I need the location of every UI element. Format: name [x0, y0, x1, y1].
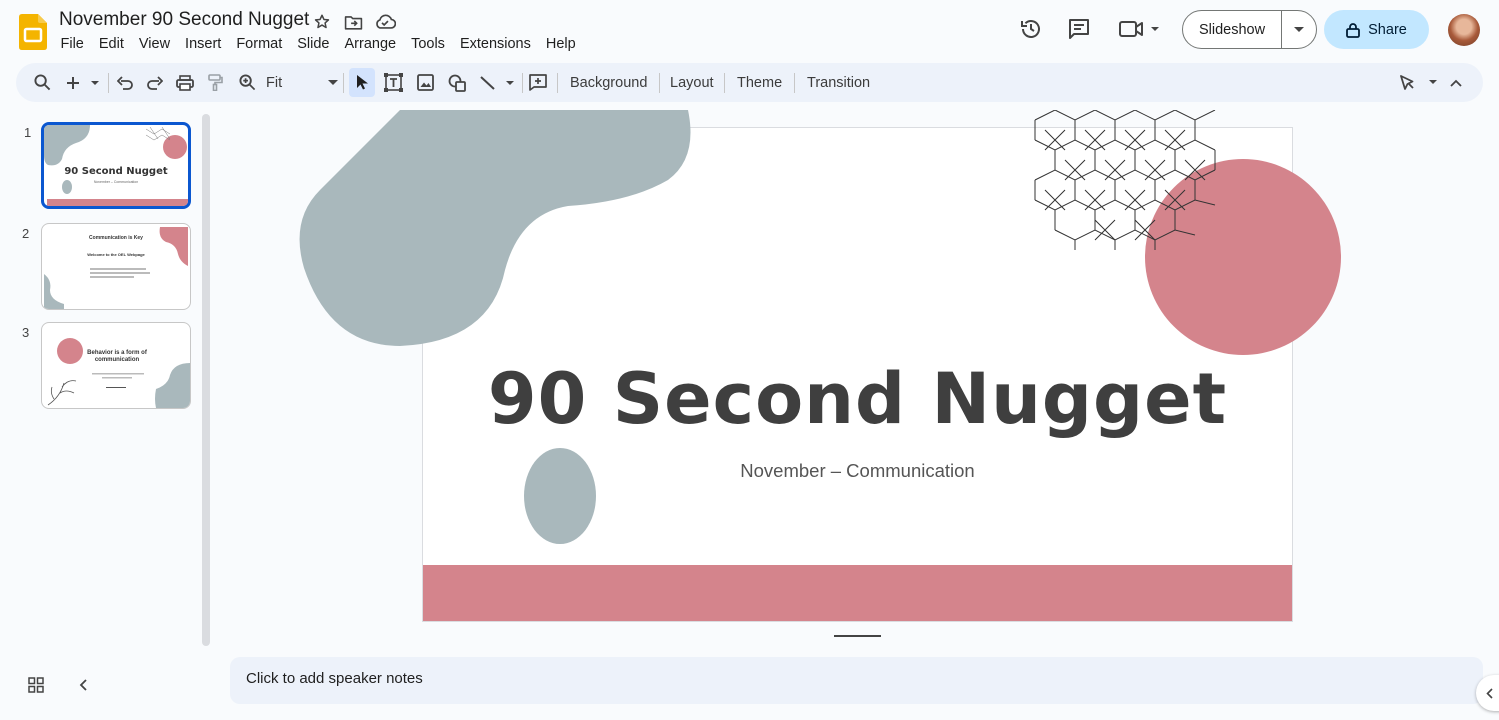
- redo-icon[interactable]: [144, 63, 166, 102]
- menu-insert[interactable]: Insert: [178, 35, 229, 53]
- star-icon[interactable]: [311, 11, 333, 33]
- slide-number-3: 3: [22, 325, 30, 340]
- slide-number-1: 1: [24, 125, 32, 140]
- slideshow-dropdown[interactable]: [1282, 11, 1316, 48]
- shape-icon[interactable]: [446, 63, 468, 102]
- menu-arrange[interactable]: Arrange: [337, 35, 404, 53]
- zoom-icon[interactable]: [236, 63, 258, 102]
- slide-thumbnail-2[interactable]: Communication is Key Welcome to the OEL …: [41, 223, 191, 310]
- menu-tools[interactable]: Tools: [404, 35, 453, 53]
- menu-file[interactable]: File: [53, 35, 91, 53]
- side-panel-toggle[interactable]: [1476, 675, 1499, 711]
- slide-title[interactable]: 90 Second Nugget: [422, 358, 1293, 440]
- pink-circle-shape: [1145, 159, 1341, 355]
- slide-thumbnail-1[interactable]: 90 Second Nugget November – Communicatio…: [41, 122, 191, 209]
- move-folder-icon[interactable]: [342, 11, 364, 33]
- new-slide-button[interactable]: [64, 63, 100, 102]
- collapse-filmstrip-icon[interactable]: [73, 674, 93, 696]
- editing-mode-button[interactable]: [1398, 63, 1438, 102]
- comments-icon[interactable]: [1060, 10, 1098, 48]
- gray-blob-shape: [299, 110, 691, 346]
- version-history-icon[interactable]: [1012, 10, 1050, 48]
- slideshow-button-group: Slideshow: [1182, 10, 1317, 49]
- menu-extensions[interactable]: Extensions: [452, 35, 538, 53]
- slide-thumbnail-3[interactable]: Behavior is a form of communication: [41, 322, 191, 409]
- share-label: Share: [1368, 21, 1407, 38]
- thumbnail-2-title: Communication is Key: [89, 235, 143, 241]
- slide-decorations: [299, 110, 1341, 544]
- zoom-value: Fit: [266, 74, 283, 91]
- undo-icon[interactable]: [114, 63, 136, 102]
- thumbnail-1-subtitle: November – Communication: [93, 180, 139, 184]
- document-title[interactable]: November 90 Second Nugget: [59, 9, 309, 31]
- menu-edit[interactable]: Edit: [91, 35, 131, 53]
- theme-button[interactable]: Theme: [737, 63, 782, 102]
- print-icon[interactable]: [174, 63, 196, 102]
- menu-slide[interactable]: Slide: [290, 35, 337, 53]
- line-tool-icon[interactable]: [478, 63, 518, 102]
- meet-camera-icon[interactable]: [1114, 10, 1164, 48]
- chevron-down-icon: [1294, 26, 1304, 32]
- transition-button[interactable]: Transition: [807, 63, 870, 102]
- thumbnail-3-title: Behavior is a form of communication: [87, 350, 147, 363]
- paint-format-icon[interactable]: [204, 63, 226, 102]
- chevron-left-icon: [1486, 687, 1493, 699]
- pink-footer-band[interactable]: [423, 565, 1292, 621]
- speaker-notes-placeholder[interactable]: Click to add speaker notes: [246, 670, 423, 687]
- menu-help[interactable]: Help: [538, 35, 583, 53]
- filmstrip-scrollbar[interactable]: [202, 114, 210, 646]
- slideshow-button[interactable]: Slideshow: [1183, 11, 1282, 48]
- thumbnail-1-title: 90 Second Nugget: [64, 166, 168, 177]
- collapse-toolbar-icon[interactable]: [1446, 63, 1466, 102]
- add-comment-icon[interactable]: [527, 63, 549, 102]
- zoom-select[interactable]: Fit: [266, 63, 338, 102]
- lock-icon: [1346, 22, 1361, 38]
- layout-button[interactable]: Layout: [670, 63, 714, 102]
- avatar[interactable]: [1448, 14, 1480, 46]
- slide-number-2: 2: [22, 226, 30, 241]
- share-button[interactable]: Share: [1324, 10, 1429, 49]
- insert-image-icon[interactable]: [414, 63, 436, 102]
- text-box-icon[interactable]: [382, 63, 404, 102]
- menu-view[interactable]: View: [131, 35, 177, 53]
- menu-format[interactable]: Format: [229, 35, 290, 53]
- grid-view-icon[interactable]: [25, 674, 47, 696]
- toolbar: Fit Background Layout Theme Transition: [16, 63, 1483, 102]
- slides-app: November 90 Second Nugget File Edit View…: [0, 0, 1499, 720]
- slides-logo[interactable]: [19, 14, 47, 50]
- menu-bar: File Edit View Insert Format Slide Arran…: [53, 35, 583, 53]
- thumbnail-2-subtitle: Welcome to the OEL Webpage: [87, 252, 145, 257]
- thumbnail-shapes: [47, 338, 190, 408]
- background-button[interactable]: Background: [570, 63, 647, 102]
- cloud-saved-icon[interactable]: [372, 11, 398, 33]
- search-menus-icon[interactable]: [30, 63, 54, 102]
- notes-resize-handle[interactable]: [834, 635, 881, 637]
- chevron-down-icon: [328, 79, 338, 85]
- select-tool-icon[interactable]: [349, 68, 375, 97]
- slide-subtitle[interactable]: November – Communication: [422, 460, 1293, 482]
